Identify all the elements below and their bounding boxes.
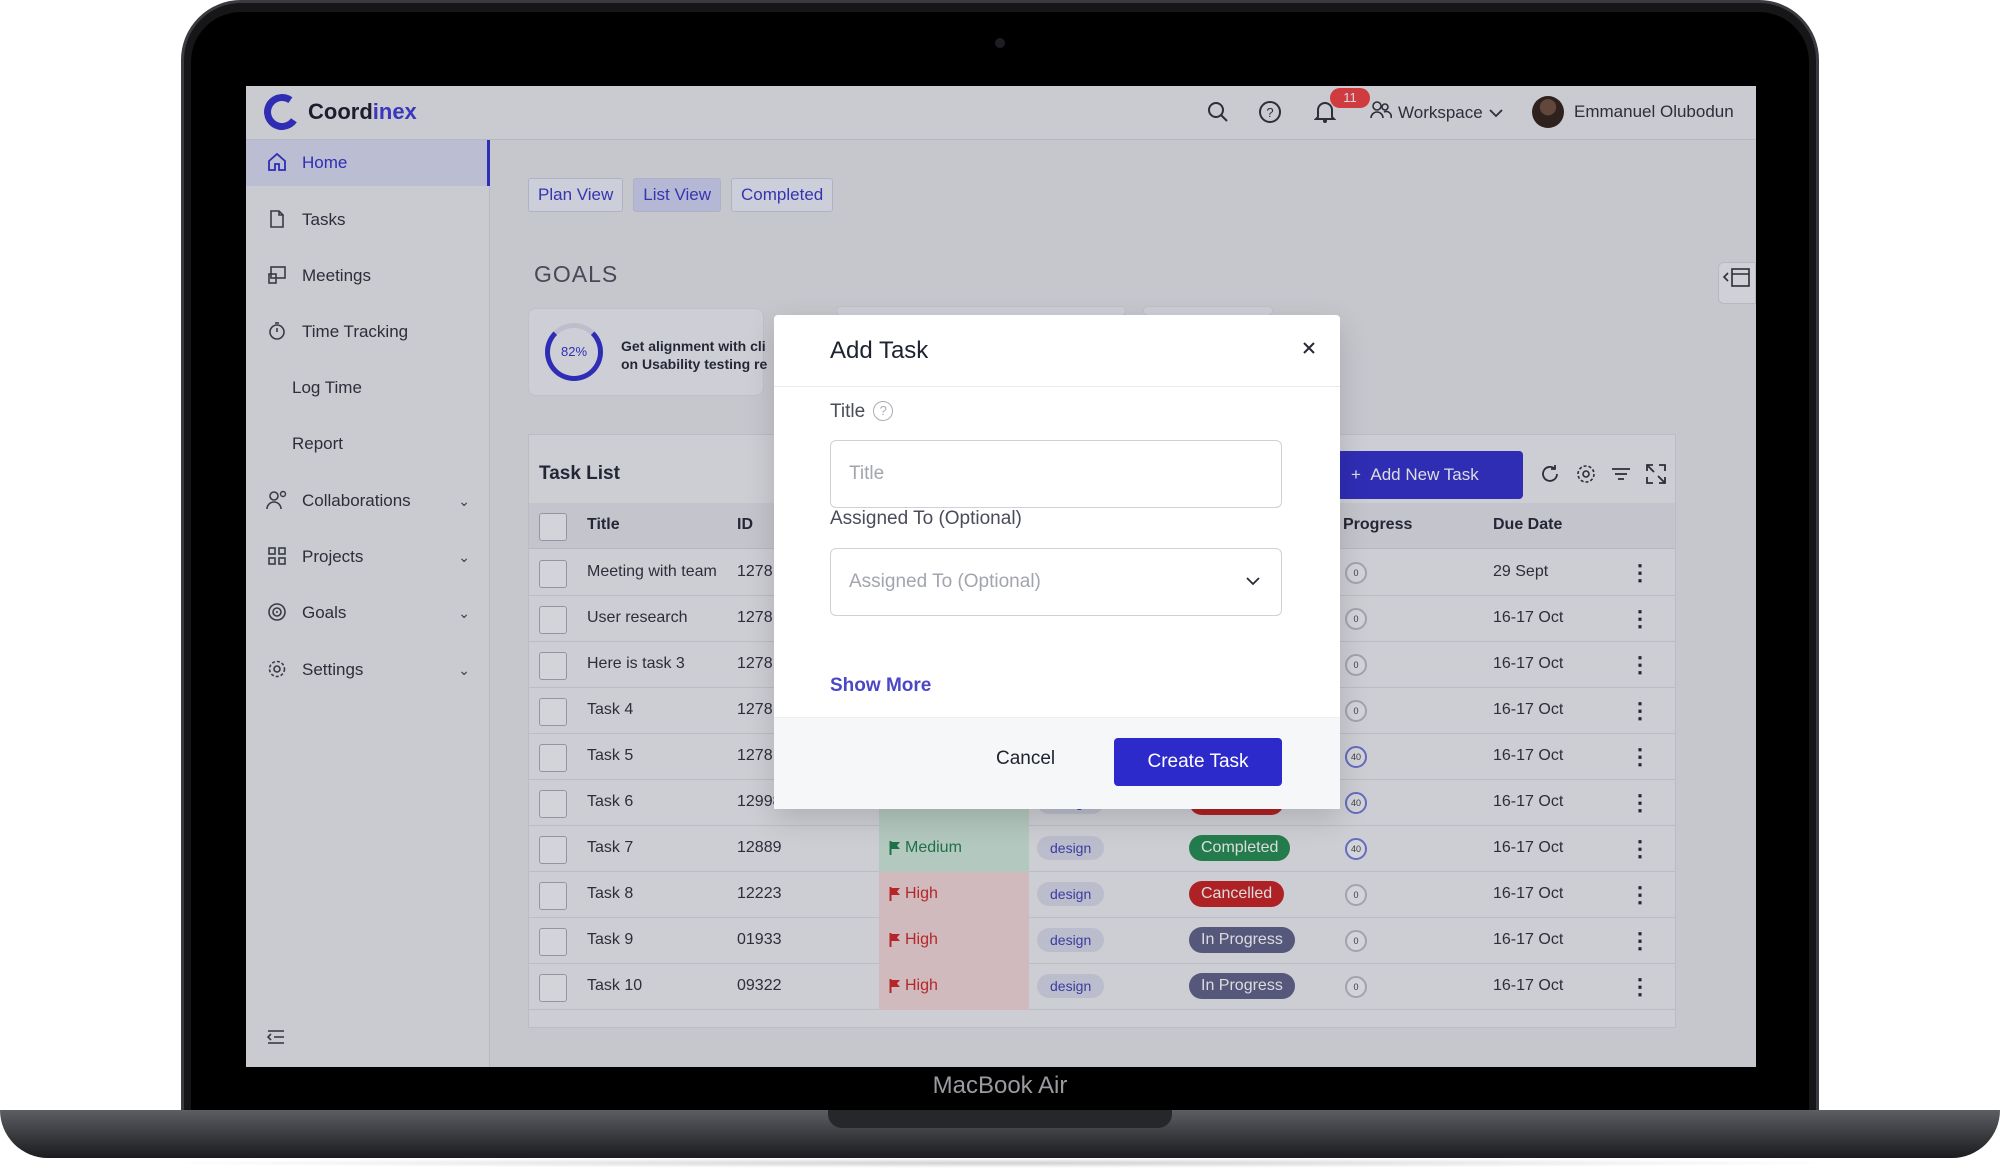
show-more-link[interactable]: Show More <box>830 675 931 697</box>
device-label: MacBook Air <box>932 1072 1068 1099</box>
modal-title: Add Task <box>830 337 929 364</box>
app-screen: Coordinex ? 11 Workspace Emmanuel Olubod… <box>246 86 1756 1067</box>
chevron-down-icon <box>1245 549 1261 615</box>
modal-header: Add Task <box>774 315 1340 387</box>
title-input[interactable]: Title <box>830 440 1282 508</box>
create-task-button[interactable]: Create Task <box>1114 738 1282 786</box>
cancel-button[interactable]: Cancel <box>996 748 1055 770</box>
help-icon[interactable]: ? <box>873 401 894 421</box>
close-icon[interactable] <box>1300 337 1318 363</box>
assigned-field-label: Assigned To (Optional) <box>830 508 1022 529</box>
modal-footer: Cancel Create Task <box>774 717 1340 809</box>
laptop-frame: MacBook Air Coordinex ? 11 Workspace Emm… <box>0 0 2000 1171</box>
assigned-to-select[interactable]: Assigned To (Optional) <box>830 548 1282 616</box>
camera <box>995 38 1005 48</box>
title-field-label: Title? <box>830 401 894 423</box>
add-task-modal: Add Task Title? Title Assigned To (Optio… <box>774 315 1340 809</box>
laptop-shadow <box>140 1158 1860 1168</box>
laptop-notch <box>828 1110 1172 1128</box>
